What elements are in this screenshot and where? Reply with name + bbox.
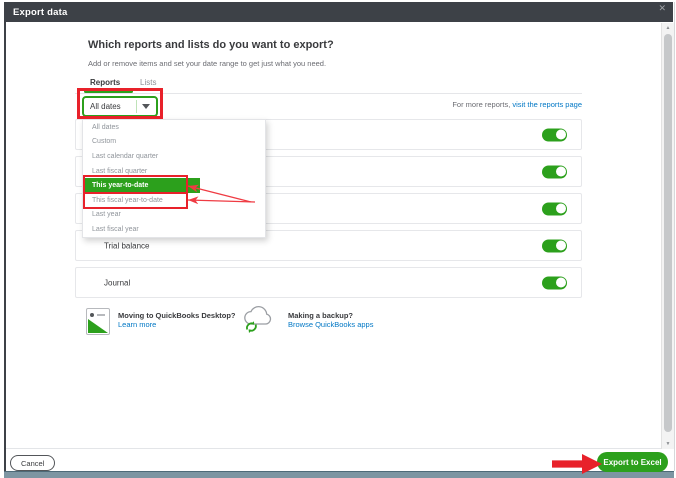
export-to-excel-button[interactable]: Export to Excel (597, 452, 668, 472)
icon-dash (97, 314, 105, 316)
menu-item-last-year[interactable]: Last year (83, 208, 265, 223)
close-icon[interactable]: ✕ (658, 3, 666, 14)
icon-green-triangle (88, 319, 108, 333)
report-toggle-on[interactable] (542, 202, 567, 215)
note-text: For more reports, (452, 100, 511, 109)
tab-lists[interactable]: Lists (140, 78, 156, 87)
more-reports-note: For more reports, visit the reports page (382, 100, 582, 109)
report-row-label: Trial balance (104, 241, 150, 250)
annotation-box-options (83, 175, 188, 209)
report-toggle-on[interactable] (542, 239, 567, 252)
cloud-backup-icon (241, 303, 275, 340)
toggle-knob (555, 277, 566, 288)
report-row-label: Journal (104, 278, 131, 287)
menu-item-last-fiscal-year[interactable]: Last fiscal year (83, 222, 265, 237)
scroll-up-icon[interactable]: ▲ (662, 23, 674, 33)
desktop-promo: Moving to QuickBooks Desktop? Learn more (118, 311, 236, 329)
dialog-title: Export data (13, 6, 68, 18)
backup-promo-title: Making a backup? (288, 311, 354, 320)
toggle-knob (555, 129, 566, 140)
dialog-titlebar: Export data (4, 2, 673, 22)
footer-divider (6, 448, 661, 449)
export-data-dialog: Export data ✕ Which reports and lists do… (0, 0, 676, 478)
learn-more-link[interactable]: Learn more (118, 320, 236, 329)
reports-page-link[interactable]: visit the reports page (512, 100, 582, 109)
window-bottom-strip (4, 471, 674, 478)
backup-promo: Making a backup? Browse QuickBooks apps (288, 311, 373, 329)
page-title: Which reports and lists do you want to e… (88, 39, 334, 51)
toggle-knob (555, 240, 566, 251)
menu-item-custom[interactable]: Custom (83, 135, 265, 150)
tab-reports[interactable]: Reports (90, 78, 120, 87)
toggle-knob (555, 203, 566, 214)
scrollbar-thumb[interactable] (664, 34, 672, 432)
dialog-right-border (674, 2, 675, 471)
report-row-journal: Journal (75, 267, 582, 298)
report-toggle-on[interactable] (542, 276, 567, 289)
icon-dot (90, 313, 94, 317)
report-toggle-on[interactable] (542, 128, 567, 141)
annotation-box-divider (85, 192, 186, 194)
vertical-scrollbar[interactable]: ▲ ▼ (661, 23, 674, 449)
scroll-down-icon[interactable]: ▼ (662, 439, 674, 449)
browse-apps-link[interactable]: Browse QuickBooks apps (288, 320, 373, 329)
report-toggle-on[interactable] (542, 165, 567, 178)
annotation-box-dropdown (77, 88, 163, 119)
page-subtitle: Add or remove items and set your date ra… (88, 59, 327, 68)
quickbooks-desktop-icon (86, 308, 110, 335)
menu-item-all-dates[interactable]: All dates (83, 120, 265, 135)
desktop-promo-title: Moving to QuickBooks Desktop? (118, 311, 236, 320)
cancel-button[interactable]: Cancel (10, 455, 56, 471)
menu-item-last-calendar-quarter[interactable]: Last calendar quarter (83, 149, 265, 164)
toggle-knob (555, 166, 566, 177)
dialog-left-border (4, 22, 6, 471)
